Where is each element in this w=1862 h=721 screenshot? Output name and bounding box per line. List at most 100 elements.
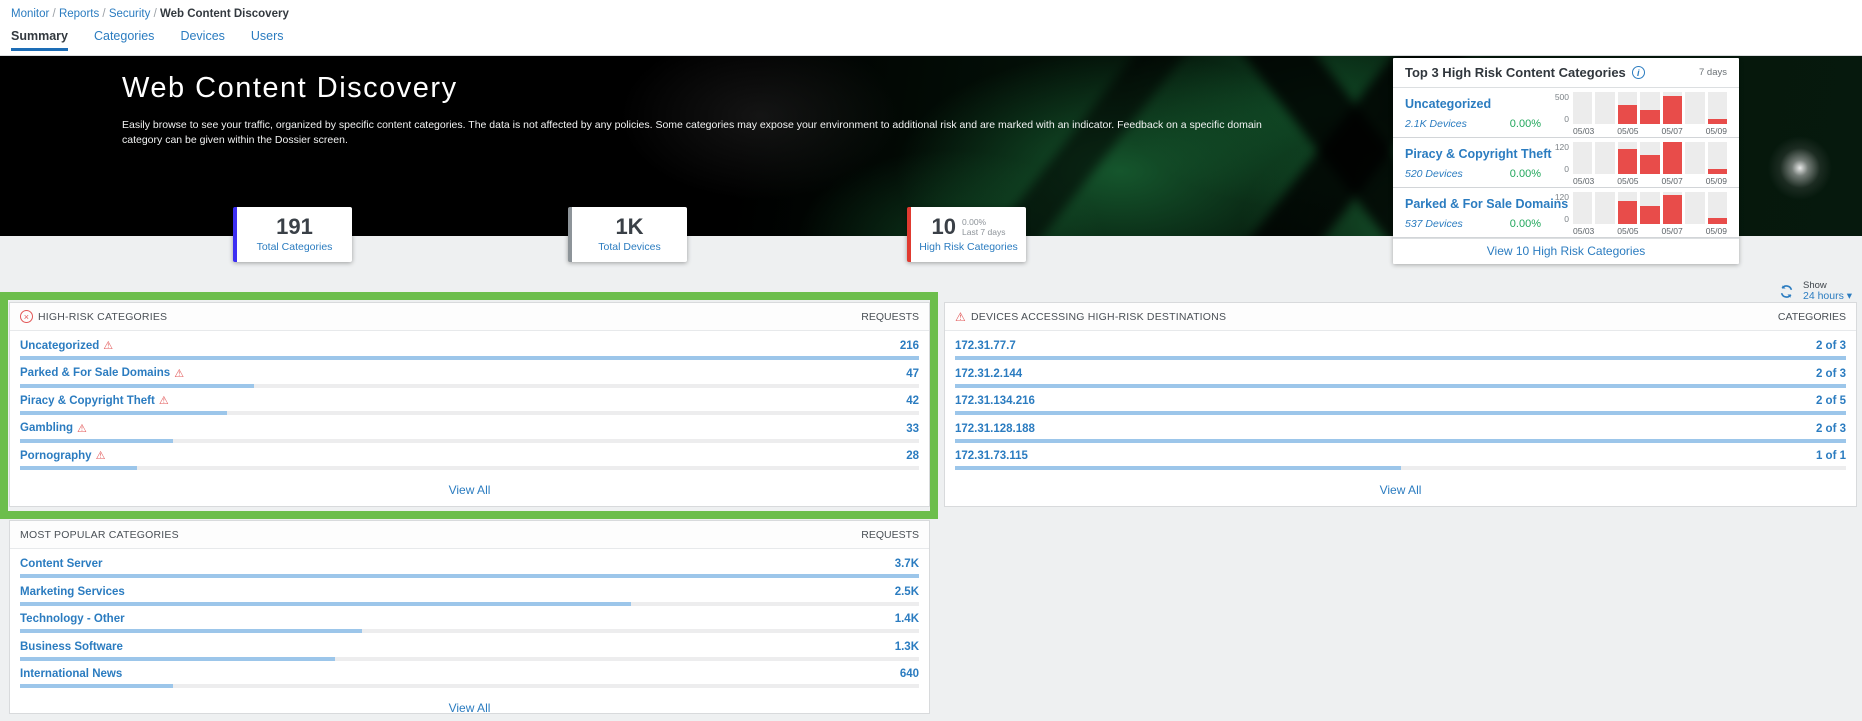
table-row: 172.31.134.216 2 of 5 (955, 391, 1846, 419)
tab-users[interactable]: Users (251, 29, 284, 51)
y-axis: 500 0 (1547, 92, 1573, 124)
value-link[interactable]: 2 of 3 (1816, 340, 1846, 352)
top-risk-panel-footer: View 10 High Risk Categories (1393, 238, 1739, 263)
table-row: International News 640 (20, 664, 919, 692)
category-link[interactable]: Content Server (20, 558, 102, 570)
y-axis-min: 0 (1564, 164, 1569, 174)
view-high-risk-categories-link[interactable]: View 10 High Risk Categories (1487, 244, 1646, 258)
panel-title: MOST POPULAR CATEGORIES (20, 528, 179, 541)
x-axis-label: 05/05 (1617, 126, 1639, 136)
category-link[interactable]: Parked & For Sale Domains ⚠ (20, 367, 184, 380)
y-axis-min: 0 (1564, 214, 1569, 224)
value-link[interactable]: 640 (900, 668, 919, 680)
stat-delta-period: Last 7 days (962, 227, 1006, 237)
warning-icon: ⚠ (77, 422, 87, 435)
category-link[interactable]: Technology - Other (20, 613, 125, 625)
progress-bar (20, 601, 919, 606)
warning-icon: ⚠ (158, 395, 169, 407)
show-dropdown: Show 24 hours ▾ (1803, 280, 1852, 302)
value-link[interactable]: 216 (900, 340, 919, 352)
tab-devices[interactable]: Devices (180, 29, 224, 51)
category-link[interactable]: International News (20, 668, 122, 680)
stat-card: 1K Total Devices (568, 207, 687, 262)
breadcrumb-link[interactable]: Monitor (11, 8, 49, 20)
panel-footer: View All (945, 474, 1856, 506)
chart-bar (1685, 192, 1705, 224)
progress-bar (20, 684, 919, 688)
value-link[interactable]: 1.3K (895, 641, 919, 653)
progress-bar (20, 383, 919, 388)
value-link[interactable]: 1.4K (895, 613, 919, 625)
value-link[interactable]: 28 (906, 450, 919, 462)
value-link[interactable]: 42 (906, 395, 919, 407)
category-link[interactable]: Parked & For Sale Domains (1405, 197, 1568, 211)
category-link[interactable]: Piracy & Copyright Theft ⚠ (20, 394, 169, 408)
x-axis-label: 05/09 (1705, 176, 1727, 186)
panel-rows: Content Server 3.7K Marketing Services 2.5K… (10, 549, 929, 692)
category-link[interactable]: Uncategorized ⚠ (20, 339, 113, 353)
device-link[interactable]: 172.31.128.188 (955, 423, 1035, 435)
tab-summary[interactable]: Summary (11, 29, 68, 51)
devices-link[interactable]: 537 Devices (1405, 218, 1463, 230)
panel-footer: View All (10, 474, 929, 506)
category-link[interactable]: Uncategorized (1405, 97, 1491, 111)
devices-link[interactable]: 2.1K Devices (1405, 118, 1467, 130)
x-axis-label: 05/07 (1661, 176, 1683, 186)
category-link[interactable]: Piracy & Copyright Theft (1405, 147, 1552, 161)
value-link[interactable]: 1 of 1 (1816, 450, 1846, 462)
y-axis: 120 0 (1547, 192, 1573, 224)
y-axis-max: 120 (1554, 192, 1569, 202)
chart-bar (1640, 192, 1660, 224)
chart-bar (1707, 192, 1727, 224)
value-link[interactable]: 2 of 3 (1816, 368, 1846, 380)
category-link[interactable]: Gambling ⚠ (20, 422, 87, 435)
category-link[interactable]: Business Software (20, 641, 123, 653)
time-range-dropdown[interactable]: 24 hours ▾ (1803, 291, 1852, 302)
breadcrumb-current: Web Content Discovery (159, 8, 289, 20)
breadcrumb-link[interactable]: Reports (59, 8, 99, 20)
value-link[interactable]: 33 (906, 423, 919, 435)
category-link[interactable]: Marketing Services (20, 586, 125, 598)
device-link[interactable]: 172.31.77.7 (955, 340, 1016, 352)
table-row: 172.31.77.7 2 of 3 (955, 336, 1846, 364)
value-link[interactable]: 2 of 3 (1816, 423, 1846, 435)
requests-column-header: REQUESTS (861, 528, 919, 541)
view-all-link[interactable]: View All (1380, 483, 1422, 497)
refresh-icon[interactable] (1779, 284, 1794, 302)
progress-bar (955, 356, 1846, 360)
value-link[interactable]: 2 of 5 (1816, 395, 1846, 407)
device-link[interactable]: 172.31.134.216 (955, 395, 1035, 407)
tab-bar: Summary Categories Devices Users (11, 29, 284, 51)
chart-bar (1662, 92, 1683, 124)
stat-label-link[interactable]: High Risk Categories (919, 241, 1018, 253)
info-icon[interactable]: i (1631, 66, 1645, 79)
table-row: 172.31.2.144 2 of 3 (955, 364, 1846, 392)
top-bar: Monitor / Reports / Security / Web Conte… (0, 0, 1862, 55)
refresh-show-controls: Show 24 hours ▾ (1779, 280, 1852, 302)
tab-categories[interactable]: Categories (94, 29, 154, 51)
value-link[interactable]: 2.5K (895, 586, 919, 598)
table-row: Piracy & Copyright Theft ⚠ 42 (20, 391, 919, 419)
chart-bar (1685, 92, 1705, 124)
top-risk-panel-title: Top 3 High Risk Content Categories (1405, 65, 1626, 80)
category-link[interactable]: Pornography ⚠ (20, 449, 105, 463)
table-row: 172.31.73.115 1 of 1 (955, 446, 1846, 474)
hero-content: Web Content Discovery Easily browse to s… (122, 72, 1262, 148)
chart-bar (1595, 192, 1615, 224)
x-axis: 05/03 05/05 05/07 05/09 (1573, 226, 1727, 236)
stat-label-link[interactable]: Total Devices (598, 241, 660, 253)
page-description-line1: Easily browse to see your traffic, organ… (122, 119, 1262, 131)
value-link[interactable]: 47 (906, 368, 919, 380)
device-link[interactable]: 172.31.2.144 (955, 368, 1022, 380)
devices-link[interactable]: 520 Devices (1405, 168, 1463, 180)
breadcrumb: Monitor / Reports / Security / Web Conte… (11, 8, 289, 20)
value-link[interactable]: 3.7K (895, 558, 919, 570)
view-all-link[interactable]: View All (449, 483, 491, 497)
chart-bar (1617, 142, 1638, 174)
breadcrumb-link[interactable]: Security (109, 8, 151, 20)
view-all-link[interactable]: View All (449, 701, 491, 715)
stat-label-link[interactable]: Total Categories (257, 241, 333, 253)
stat-value: 10 (931, 214, 956, 239)
device-link[interactable]: 172.31.73.115 (955, 450, 1028, 462)
table-row: Parked & For Sale Domains ⚠ 47 (20, 364, 919, 392)
